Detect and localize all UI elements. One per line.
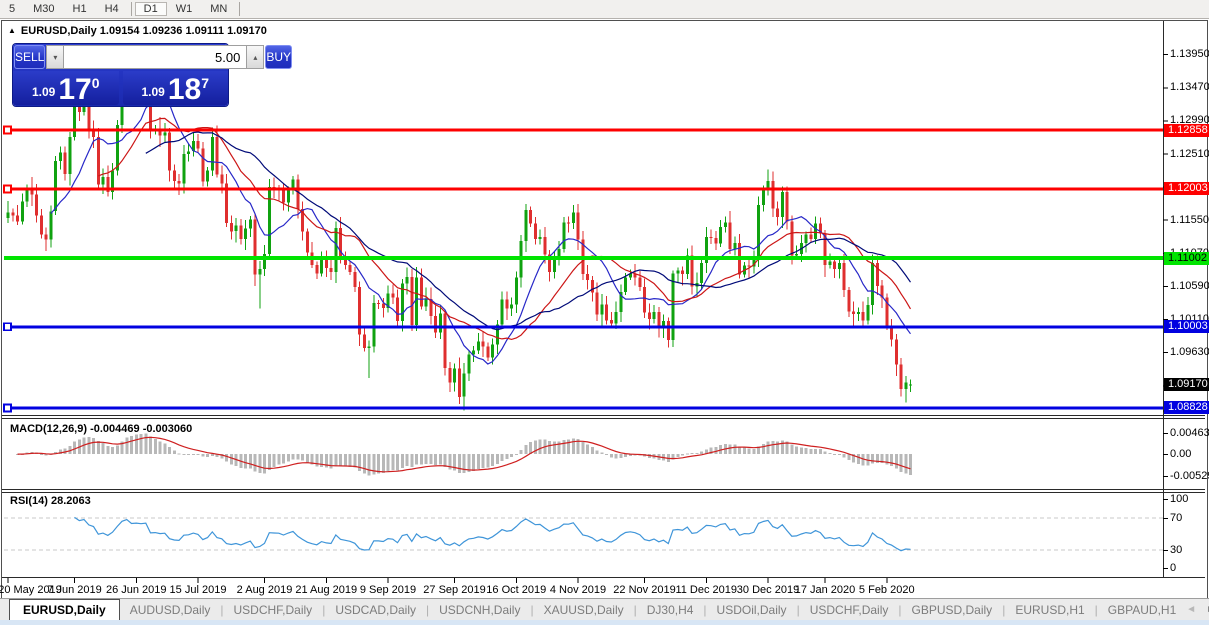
sell-price-big: 17 [58,73,92,106]
date-tick-label: 2 Aug 2019 [236,584,293,596]
toolbar-separator [130,2,132,16]
date-tick-label: 30 Dec 2019 [736,584,800,596]
date-tick-label: 4 Nov 2019 [549,584,607,596]
chart-window-frame [1,20,1208,599]
date-tick-label: 21 Aug 2019 [295,584,358,596]
timeframe-button-h4[interactable]: H4 [96,2,128,16]
sell-price-small: 1.09 [31,85,56,99]
chart-tab-gbpaud-h1[interactable]: GBPAUD,H1 [1098,599,1186,620]
chart-tab-usdchf-daily[interactable]: USDCHF,Daily [224,599,323,620]
ohlc-high-value: 1.09236 [142,25,183,37]
macd-scale-label: 0.00463 [1170,426,1209,439]
price-level-badge: 1.10003 [1164,320,1209,334]
chart-tab-usdcnh-daily[interactable]: USDCNH,Daily [429,599,530,620]
date-tick-label: 17 Jan 2020 [794,584,856,596]
volume-increase-button[interactable]: ▴ [246,45,265,69]
price-level-badge: 1.12003 [1164,182,1209,196]
rsi-label: RSI(14) 28.2063 [10,495,91,507]
mt4-application-window: 5 M30 H1 H4 D1 W1 MN ▲ EURUSD,Daily 1.09154 1.0… [0,0,1209,625]
date-tick-label: 27 Sep 2019 [423,584,486,596]
price-level-badge: 1.11002 [1164,251,1209,265]
date-tick-label: 7 Jun 2019 [47,584,102,596]
ohlc-open-value: 1.09154 [99,25,140,37]
ohlc-low-value: 1.09111 [185,25,224,37]
rsi-scale-label: 30 [1170,543,1183,556]
buy-price-sup: 7 [201,75,210,91]
price-level-badge: 1.08828 [1164,401,1209,415]
macd-scale-label: 0.00 [1170,447,1192,460]
one-click-trading-panel: SELL ▾ ▴ BUY 1.09 17 0 1.09 18 7 [13,44,293,106]
tab-scroll-controls: ◄► [1186,599,1209,620]
rsi-name: RSI(14) [10,495,48,507]
sell-quote-display[interactable]: 1.09 17 0 [13,71,119,105]
buy-button[interactable]: BUY [265,45,293,69]
chart-tab-usdchf-daily[interactable]: USDCHF,Daily [800,599,899,620]
timeframe-toolbar: 5 M30 H1 H4 D1 W1 MN [0,0,1209,19]
sell-price-sup: 0 [91,75,100,91]
volume-decrease-button[interactable]: ▾ [46,45,65,69]
price-tick-label: 1.09630 [1170,346,1209,359]
date-tick-label: 9 Sep 2019 [359,584,417,596]
date-tick-label: 16 Oct 2019 [486,584,547,596]
timeframe-button-w1[interactable]: W1 [167,2,202,16]
chart-tab-eurusd-daily[interactable]: EURUSD,Daily [9,599,120,620]
macd-name: MACD(12,26,9) [10,423,88,435]
chart-header: ▲ EURUSD,Daily 1.09154 1.09236 1.09111 1.… [8,25,267,37]
buy-price-big: 18 [167,73,202,106]
chart-tab-xauusd-daily[interactable]: XAUUSD,Daily [534,599,634,620]
date-tick-label: 15 Jul 2019 [169,584,227,596]
timeframe-button-h1[interactable]: H1 [64,2,96,16]
price-level-badge: 1.12858 [1164,123,1209,137]
date-tick-label: 22 Nov 2019 [613,584,676,596]
toolbar-separator [239,2,241,16]
chart-tab-dj30-h4[interactable]: DJ30,H4 [637,599,704,620]
price-level-badge: 1.09170 [1164,377,1209,391]
chart-tab-audusd-daily[interactable]: AUDUSD,Daily [120,599,221,620]
collapse-panel-icon[interactable]: ▲ [8,26,16,35]
buy-quote-display[interactable]: 1.09 18 7 [122,71,228,106]
ohlc-close-value: 1.09170 [227,25,267,37]
timeframe-button-5[interactable]: 5 [0,2,24,16]
chart-tab-usdoil-daily[interactable]: USDOil,Daily [707,599,797,620]
chart-tab-usdcad-daily[interactable]: USDCAD,Daily [325,599,426,620]
buy-price-small: 1.09 [141,85,165,99]
date-tick-label: 5 Feb 2020 [858,584,915,596]
date-tick-label: 26 Jun 2019 [105,584,167,596]
chart-tab-gbpusd-daily[interactable]: GBPUSD,Daily [902,599,1003,620]
tab-scroll-left-icon[interactable]: ◄ [1186,604,1196,615]
macd-main-value: -0.004469 [90,423,140,435]
timeframe-button-m30[interactable]: M30 [24,2,63,16]
timeframe-button-d1[interactable]: D1 [134,2,167,16]
chart-tab-eurusd-h1[interactable]: EURUSD,H1 [1005,599,1094,620]
sell-button[interactable]: SELL [14,45,46,69]
price-tick-label: 1.12510 [1170,147,1209,160]
macd-scale-label: -0.005299 [1170,469,1209,482]
rsi-scale-label: 70 [1170,511,1183,524]
chart-symbol-label: EURUSD,Daily [20,25,97,37]
rsi-scale-label: 0 [1170,561,1177,574]
timeframe-button-mn[interactable]: MN [201,2,236,16]
rsi-scale-label: 100 [1170,492,1189,505]
chart-tab-bar: EURUSD,Daily AUDUSD,Daily | USDCHF,Daily | US… [0,598,1209,620]
price-tick-label: 1.11550 [1170,213,1209,226]
macd-label: MACD(12,26,9) -0.004469 -0.003060 [10,423,192,435]
price-tick-label: 1.13950 [1170,48,1209,61]
price-tick-label: 1.13470 [1170,81,1209,94]
date-tick-label: 11 Dec 2019 [675,584,738,596]
volume-input[interactable] [64,45,247,69]
price-tick-label: 1.10590 [1170,279,1209,292]
macd-signal-value: -0.003060 [142,423,193,435]
rsi-value: 28.2063 [50,495,91,507]
